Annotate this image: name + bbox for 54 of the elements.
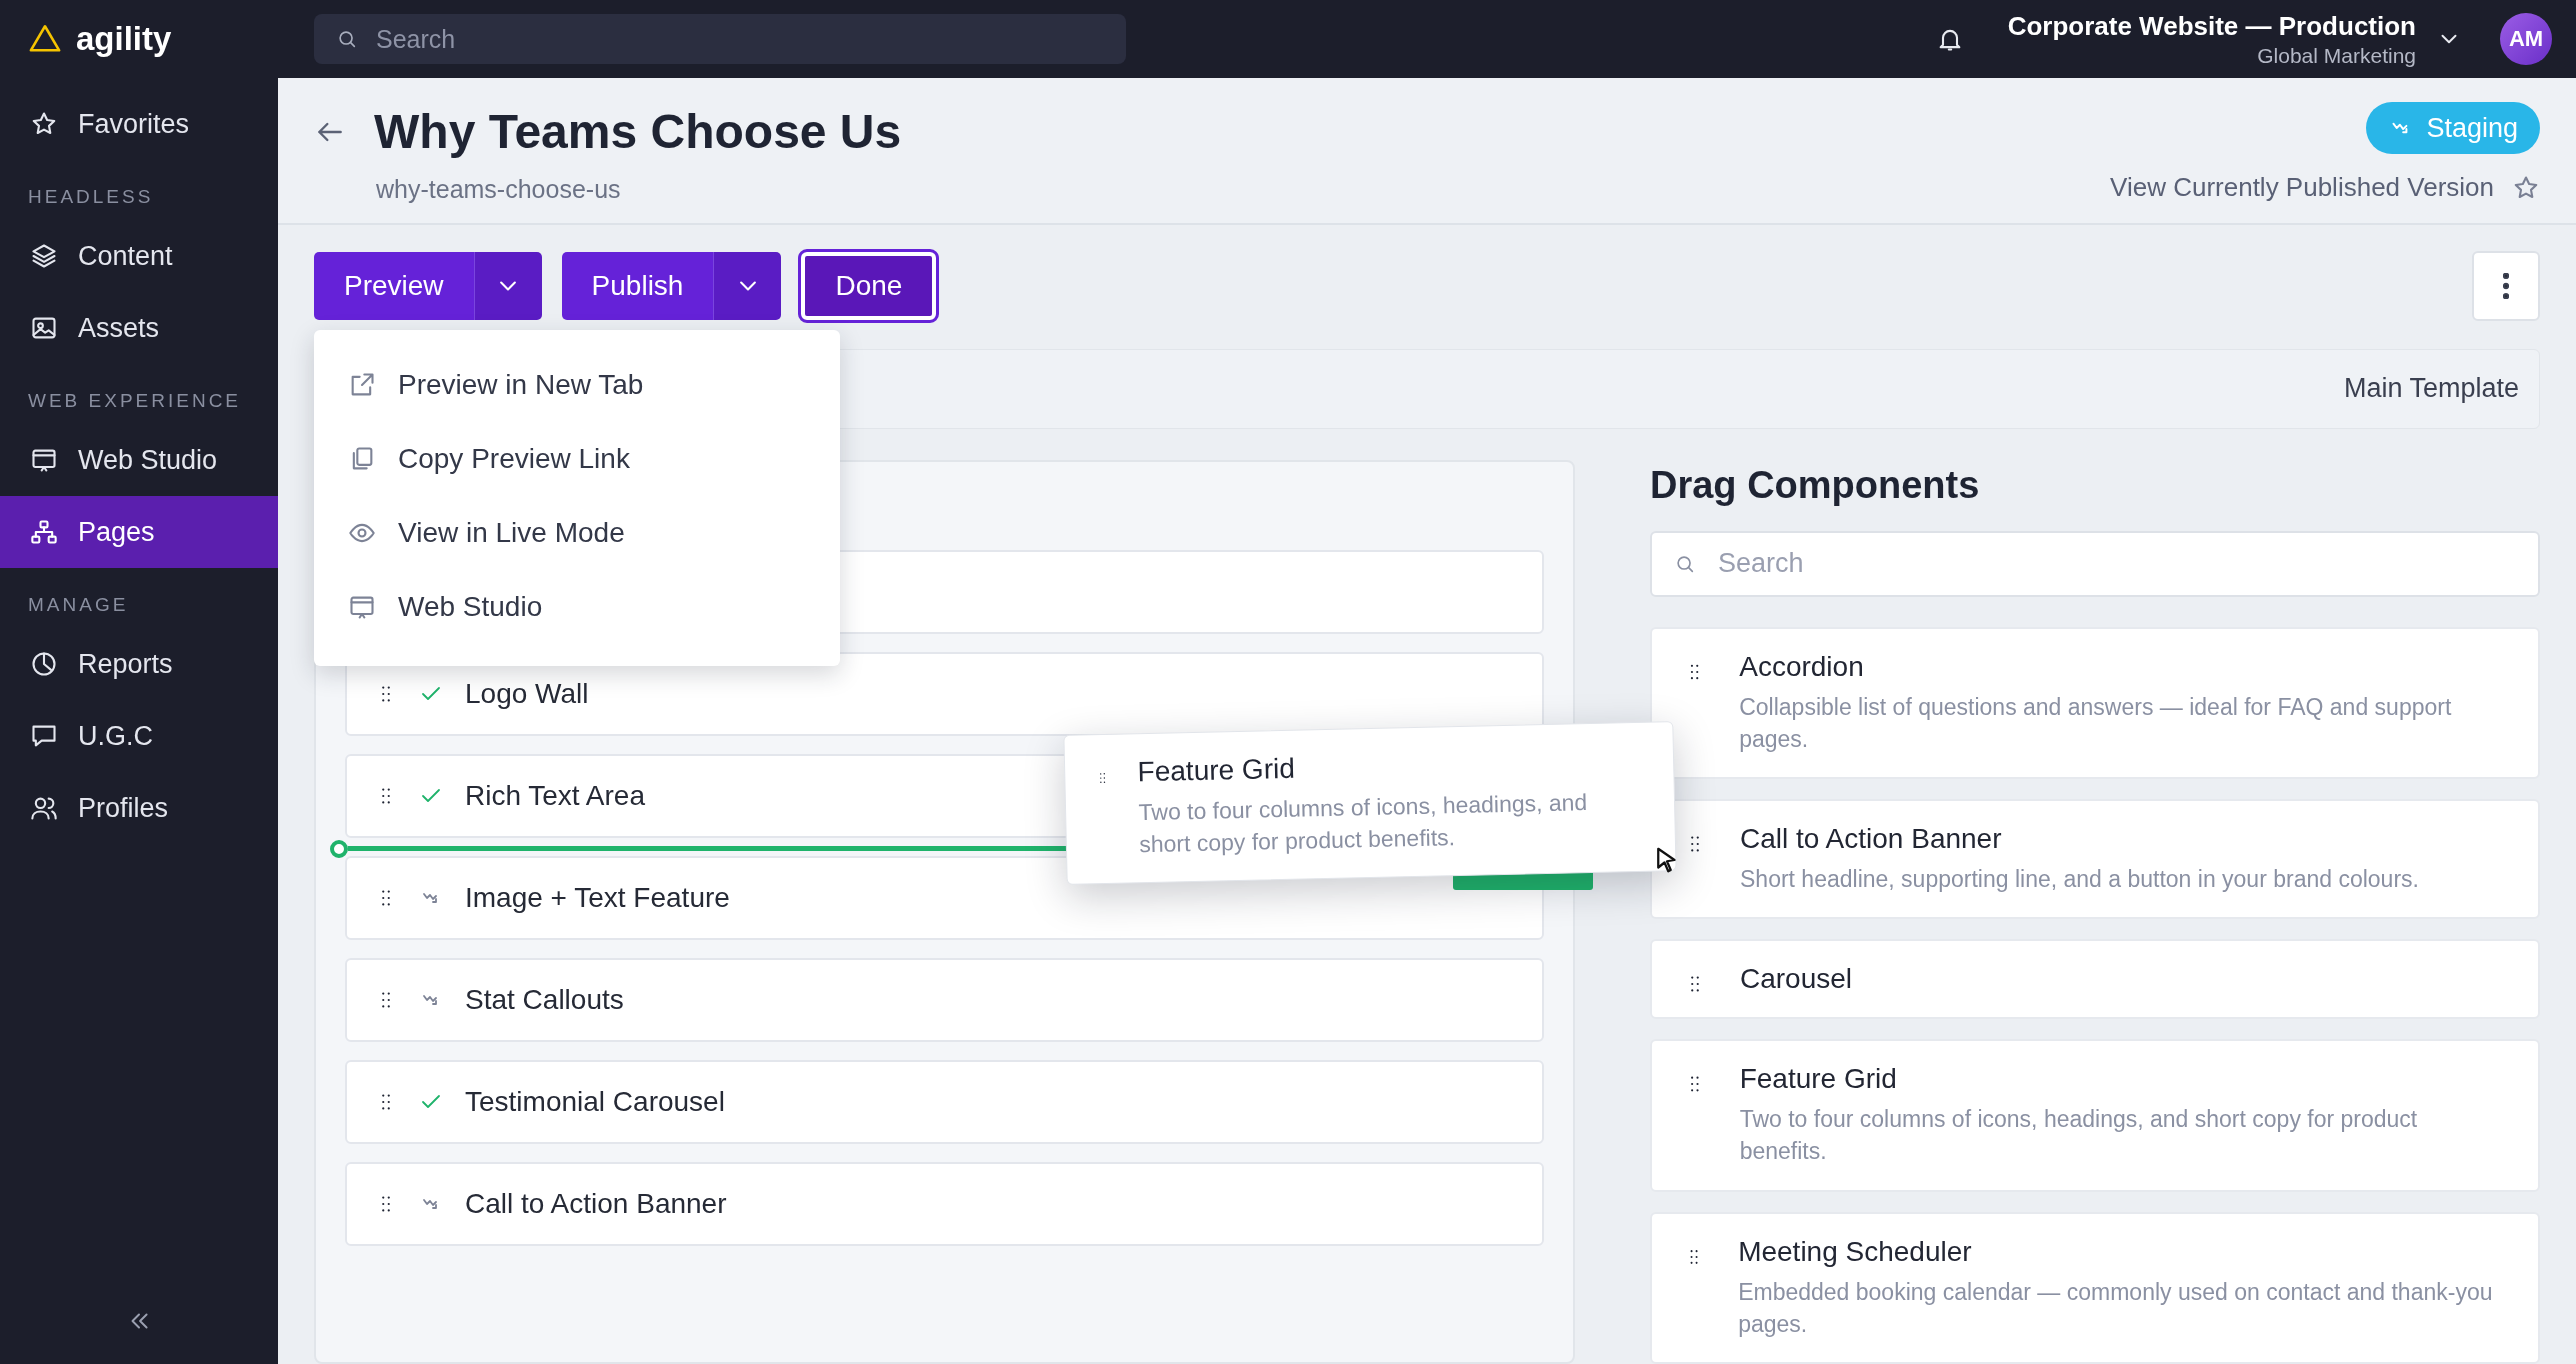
component-row[interactable]: Call to Action Banner — [345, 1161, 1544, 1246]
search-field[interactable]: Search — [1650, 530, 2540, 597]
component-description: Two to four columns of icons, headings, and short copy for product benefits. — [1739, 1105, 2419, 1167]
done-button[interactable]: Done — [801, 252, 937, 321]
sidebar-item[interactable]: Content — [0, 220, 278, 292]
component-card[interactable]: Accordion Collapsible list of questions and answers — ideal for FAQ and support pages. — [1650, 626, 2540, 780]
component-name: Call to Action Banner — [465, 1187, 727, 1220]
component-row[interactable]: Stat Callouts — [345, 957, 1544, 1042]
component-card[interactable]: Meeting Scheduler Embedded booking calendar — commonly used on contact and thank-you pages. — [1650, 1211, 2540, 1364]
section-label: WEB EXPERIENCE — [27, 389, 243, 413]
logo-text: agility — [76, 20, 172, 58]
component-description: Collapsible list of questions and answers — ideal for FAQ and support pages. — [1739, 692, 2453, 754]
component-name: Stat Callouts — [465, 983, 624, 1016]
component-card[interactable]: Call to Action Banner Short headline, supporting line, and a button in your brand colours. — [1650, 799, 2540, 920]
component-description: Short headline, supporting line, and a button in your brand colours. — [1740, 865, 2419, 895]
sidebar-item[interactable]: Pages — [0, 496, 278, 568]
component-name: Meeting Scheduler — [1738, 1235, 1973, 1268]
menu-item[interactable]: View in Live Mode — [314, 496, 840, 570]
menu-item[interactable]: Copy Preview Link — [314, 422, 840, 496]
component-card[interactable]: Feature Grid Two to four columns of icons, headings, and short copy for product benefits. — [1650, 1039, 2540, 1192]
sidebar-item[interactable]: Profiles — [0, 772, 278, 844]
action-button[interactable]: Preview — [314, 252, 474, 321]
sidebar-item[interactable]: Web Studio — [0, 424, 278, 496]
page-title: Why Teams Choose Us — [374, 104, 902, 159]
component-name: Accordion — [1739, 650, 1865, 683]
page-slug: why-teams-choose-us — [376, 175, 622, 204]
section-label: MANAGE — [27, 593, 130, 617]
menu-item[interactable]: Web Studio — [314, 570, 840, 644]
component-name: Image + Text Feature — [465, 881, 730, 914]
component-name: Feature Grid — [1137, 751, 1297, 789]
sidebar-item[interactable]: Reports — [0, 628, 278, 700]
component-name: Feature Grid — [1739, 1063, 1898, 1096]
component-description: Embedded booking calendar — commonly used on contact and thank-you pages. — [1738, 1277, 2494, 1339]
panel-title: Drag Components — [1650, 463, 1981, 507]
sidebar-item[interactable]: Assets — [0, 292, 278, 364]
component-name: Rich Text Area — [465, 779, 646, 812]
component-row[interactable]: Testimonial Carousel — [345, 1059, 1544, 1144]
site-name: Corporate Website — Production — [2007, 10, 2416, 42]
site-subtitle: Global Marketing — [2257, 43, 2416, 68]
section-label: HEADLESS — [27, 185, 155, 209]
component-row[interactable]: Logo Wall — [345, 651, 1544, 736]
published-version-link[interactable]: View Currently Published Version — [2110, 172, 2494, 203]
component-name: Carousel — [1740, 963, 1853, 996]
component-name: Logo Wall — [465, 677, 589, 710]
sidebar-item[interactable]: Favorites — [0, 88, 278, 160]
user-avatar[interactable]: AM — [2500, 13, 2552, 65]
search-field[interactable]: Search — [314, 14, 1126, 64]
action-button[interactable]: Publish — [561, 252, 714, 321]
component-card[interactable]: Carousel — [1650, 939, 2540, 1020]
template-name: Main Template — [2343, 373, 2519, 405]
sidebar-item[interactable]: U.G.C — [0, 700, 278, 772]
component-name: Testimonial Carousel — [465, 1085, 725, 1118]
component-name: Call to Action Banner — [1740, 823, 2003, 856]
menu-item[interactable]: Preview in New Tab — [314, 348, 840, 422]
